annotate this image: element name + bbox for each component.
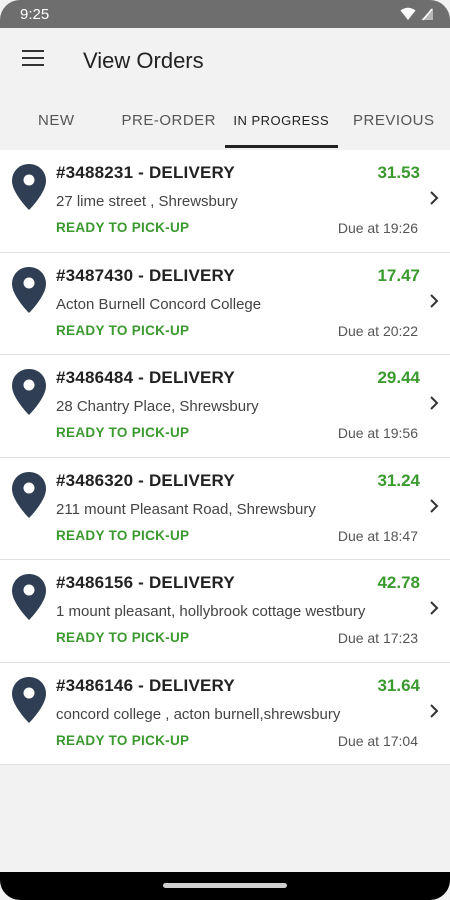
chevron-right-icon xyxy=(430,191,439,205)
chevron-right-icon xyxy=(430,396,439,410)
order-amount: 31.53 xyxy=(377,163,420,182)
order-id: #3486146 - DELIVERY xyxy=(56,675,235,695)
order-status: READY TO PICK-UP xyxy=(56,527,190,543)
order-row[interactable]: #3486146 - DELIVERY 31.64 concord colleg… xyxy=(0,662,450,765)
app-bar: View Orders xyxy=(0,28,450,92)
order-tabs: NEW PRE-ORDER IN PROGRESS PREVIOUS xyxy=(0,92,450,148)
chevron-right-icon xyxy=(430,498,439,513)
hamburger-menu-icon[interactable] xyxy=(22,50,44,68)
order-status: READY TO PICK-UP xyxy=(56,425,190,440)
order-status: READY TO PICK-UP xyxy=(56,630,190,645)
order-due-time: Due at 19:26 xyxy=(337,220,418,236)
status-icons xyxy=(400,7,434,21)
order-status: READY TO PICK-UP xyxy=(56,732,190,748)
order-amount: 31.24 xyxy=(377,470,420,490)
wifi-icon xyxy=(400,7,416,20)
tab-new[interactable]: NEW xyxy=(0,92,113,148)
tab-previous[interactable]: PREVIOUS xyxy=(338,92,450,148)
order-address: 211 mount Pleasant Road, Shrewsbury xyxy=(56,500,316,518)
order-row[interactable]: #3487430 - DELIVERY 17.47 Acton Burnell … xyxy=(0,252,450,355)
order-amount: 29.44 xyxy=(377,368,420,387)
location-pin-icon xyxy=(12,574,46,620)
chevron-right-icon xyxy=(430,293,439,308)
chevron-right-icon xyxy=(430,601,439,615)
chevron-right-icon xyxy=(430,703,439,718)
order-due-time: Due at 19:56 xyxy=(337,425,418,441)
order-address: 27 lime street , Shrewsbury xyxy=(56,193,238,210)
order-id: #3488231 - DELIVERY xyxy=(56,163,235,182)
home-gesture-handle[interactable] xyxy=(163,883,287,888)
order-row[interactable]: #3488231 - DELIVERY 31.53 27 lime street… xyxy=(0,150,450,253)
order-id: #3487430 - DELIVERY xyxy=(56,265,235,285)
order-due-time: Due at 17:04 xyxy=(337,732,418,749)
order-row[interactable]: #3486156 - DELIVERY 42.78 1 mount pleasa… xyxy=(0,560,450,663)
order-due-time: Due at 18:47 xyxy=(337,527,418,544)
tab-in-progress[interactable]: IN PROGRESS xyxy=(225,92,338,148)
order-list: #3488231 - DELIVERY 31.53 27 lime street… xyxy=(0,150,450,765)
location-pin-icon xyxy=(12,471,46,518)
location-pin-icon xyxy=(12,164,46,210)
status-bar: 9:25 xyxy=(0,0,450,28)
system-navigation-bar xyxy=(0,872,450,900)
order-status: READY TO PICK-UP xyxy=(56,322,190,338)
order-row[interactable]: #3486320 - DELIVERY 31.24 211 mount Plea… xyxy=(0,457,450,560)
tab-pre-order[interactable]: PRE-ORDER xyxy=(113,92,226,148)
status-time: 9:25 xyxy=(20,5,50,23)
order-amount: 31.64 xyxy=(377,675,420,695)
location-pin-icon xyxy=(12,676,46,723)
order-id: #3486484 - DELIVERY xyxy=(56,368,235,387)
order-address: concord college , acton burnell,shrewsbu… xyxy=(56,705,341,723)
order-due-time: Due at 17:23 xyxy=(337,630,418,646)
order-amount: 17.47 xyxy=(377,265,420,285)
order-id: #3486156 - DELIVERY xyxy=(56,573,235,592)
order-amount: 42.78 xyxy=(377,573,420,592)
order-address: 1 mount pleasant, hollybrook cottage wes… xyxy=(56,603,366,620)
location-pin-icon xyxy=(12,369,46,415)
order-address: 28 Chantry Place, Shrewsbury xyxy=(56,398,259,415)
order-row[interactable]: #3486484 - DELIVERY 29.44 28 Chantry Pla… xyxy=(0,355,450,458)
order-id: #3486320 - DELIVERY xyxy=(56,470,235,490)
page-title: View Orders xyxy=(83,48,204,73)
phone-screen: 9:25 View Orders NEW PRE-ORDER IN PROGRE… xyxy=(0,0,450,900)
order-address: Acton Burnell Concord College xyxy=(56,295,262,313)
order-status: READY TO PICK-UP xyxy=(56,220,190,235)
order-due-time: Due at 20:22 xyxy=(337,322,418,339)
signal-icon xyxy=(421,8,433,21)
location-pin-icon xyxy=(12,266,46,313)
